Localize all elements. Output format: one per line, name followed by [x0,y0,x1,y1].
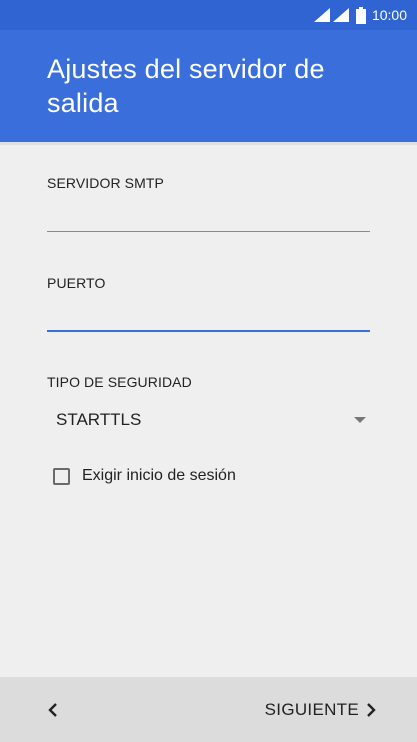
smtp-server-field[interactable] [47,203,370,232]
divider [0,142,417,145]
dropdown-arrow-icon [354,417,366,423]
security-type-value: STARTTLS [56,410,142,429]
bottom-navigation-bar: SIGUIENTE [0,677,417,742]
status-icons: 10:00 [313,6,407,24]
next-button-label: SIGUIENTE [264,700,359,719]
require-login-checkbox[interactable] [53,467,70,485]
cell-signal-icon [332,8,349,22]
status-bar: 10:00 [0,0,417,30]
battery-icon [355,6,366,24]
app-bar: Ajustes del servidor de salida [0,30,417,142]
smtp-server-label: SERVIDOR SMTP [47,175,164,191]
require-login-label: Exigir inicio de sesión [82,467,236,484]
security-type-label: TIPO DE SEGURIDAD [47,374,192,390]
page-title: Ajustes del servidor de salida [47,54,325,118]
security-type-select[interactable]: STARTTLS [47,407,370,433]
port-field[interactable] [47,302,370,332]
chevron-right-icon [367,703,376,717]
clock: 10:00 [371,7,407,23]
next-button[interactable]: SIGUIENTE [265,695,377,725]
smtp-server-underline [47,231,370,232]
chevron-left-icon [48,703,57,717]
port-label: PUERTO [47,275,106,291]
smtp-server-input[interactable] [47,203,370,231]
port-underline [47,330,370,332]
back-button[interactable] [38,695,68,725]
wifi-signal-icon [313,8,330,22]
require-login-option[interactable]: Exigir inicio de sesión [53,467,236,485]
port-input[interactable] [47,302,370,330]
